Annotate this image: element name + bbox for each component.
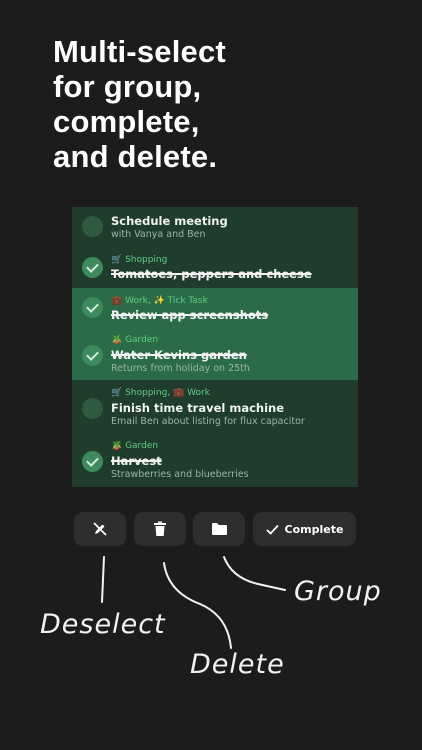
delete-annotation: Delete	[190, 649, 285, 680]
deselect-annotation: Deselect	[40, 609, 166, 640]
group-annotation: Group	[294, 576, 382, 607]
